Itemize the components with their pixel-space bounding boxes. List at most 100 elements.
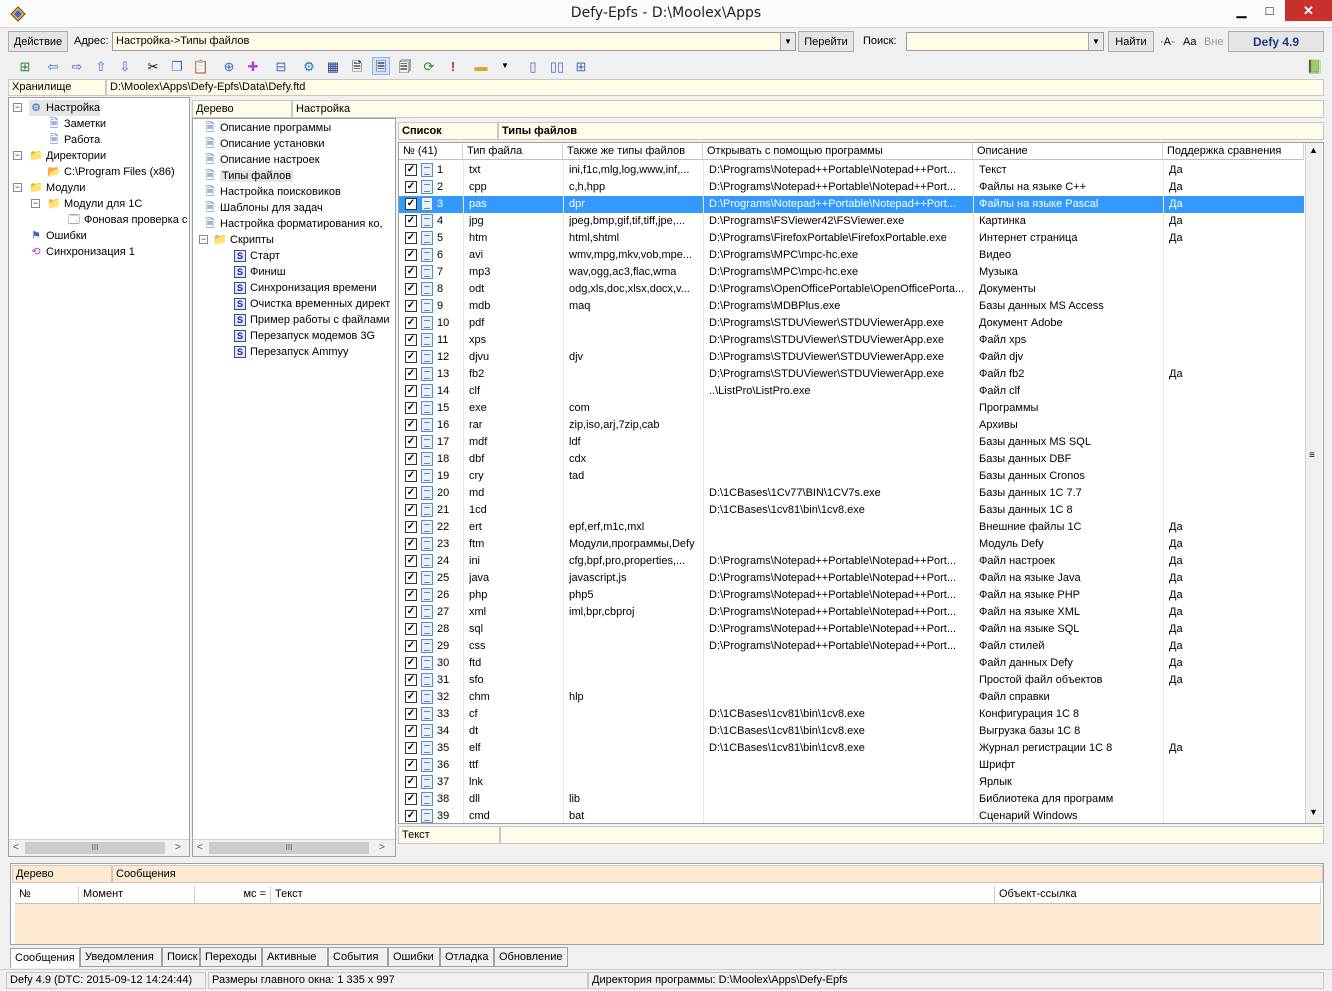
row-checkbox[interactable]: ✓ (405, 436, 417, 448)
version-button[interactable]: Defy 4.9 (1228, 31, 1324, 52)
row-checkbox[interactable]: ✓ (405, 453, 417, 465)
grid-row[interactable]: ✓ 31 sfo Простой файл объектов Да (399, 672, 1304, 689)
row-checkbox[interactable]: ✓ (405, 419, 417, 431)
tab-active[interactable]: Активные (262, 947, 328, 967)
scroll-grip-icon[interactable]: ≡ (1309, 450, 1315, 461)
left-tree-hscroll[interactable]: < III > (9, 839, 189, 856)
middle-tree-item[interactable]: 🗎 Описание установки (203, 136, 325, 152)
search-input[interactable]: ▼ (906, 32, 1104, 51)
grid-row[interactable]: ✓ 3 pas dpr D:\Programs\Notepad++Portable\No… (399, 196, 1304, 213)
highlight-icon[interactable]: ▬ (472, 57, 490, 75)
row-checkbox[interactable]: ✓ (405, 470, 417, 482)
tab-notifications[interactable]: Уведомления (80, 947, 162, 967)
row-checkbox[interactable]: ✓ (405, 572, 417, 584)
middle-tree-item[interactable]: 🗎 Описание программы (203, 120, 332, 136)
grid-row[interactable]: ✓ 22 ert epf,erf,m1c,mxl Внешние файлы 1С Да (399, 519, 1304, 536)
new-item-icon[interactable]: ⊞ (16, 57, 34, 75)
grid-row[interactable]: ✓ 6 avi wmv,mpg,mkv,vob,mpe... D:\Programs\M… (399, 247, 1304, 264)
middle-tree-item[interactable]: S Очистка временных директ (233, 296, 390, 312)
find-button[interactable]: Найти (1108, 31, 1154, 52)
left-tree-item[interactable]: 🗎 Заметки (47, 116, 107, 132)
scroll-right-icon[interactable]: > (379, 842, 385, 853)
middle-tree-item[interactable]: 🗎 Шаблоны для задач (203, 200, 323, 216)
grid-row[interactable]: ✓ 30 ftd Файл данных Defy Да (399, 655, 1304, 672)
close-button[interactable]: ✕ (1285, 0, 1332, 21)
grid-row[interactable]: ✓ 13 fb2 D:\Programs\STDUViewer\STDUViewerA… (399, 366, 1304, 383)
row-checkbox[interactable]: ✓ (405, 351, 417, 363)
row-checkbox[interactable]: ✓ (405, 810, 417, 822)
outside-toggle[interactable]: Вне (1204, 36, 1224, 48)
left-tree-item[interactable]: 📁 Модули (29, 180, 85, 196)
cut-icon[interactable]: ✂ (144, 57, 162, 75)
middle-tree-item[interactable]: 🗎 Описание настроек (203, 152, 320, 168)
row-checkbox[interactable]: ✓ (405, 691, 417, 703)
address-combo[interactable]: Настройка->Типы файлов ▼ (112, 32, 796, 51)
middle-tree-item[interactable]: S Старт (233, 248, 280, 264)
left-tree-item[interactable]: ⚑ Ошибки (29, 228, 87, 244)
grid-col-open-with-header[interactable]: Открывать с помощью программы (703, 143, 973, 160)
row-checkbox[interactable]: ✓ (405, 402, 417, 414)
tab-update[interactable]: Обновление (494, 947, 568, 967)
row-checkbox[interactable]: ✓ (405, 725, 417, 737)
grid-row[interactable]: ✓ 34 dt D:\1CBases\1cv81\bin\1cv8.exe Выгруз… (399, 723, 1304, 740)
row-checkbox[interactable]: ✓ (405, 623, 417, 635)
grid-row[interactable]: ✓ 1 txt ini,f1c,mlg,log,www,inf,... D:\Progr… (399, 162, 1304, 179)
table-icon[interactable]: ▦ (324, 57, 342, 75)
back-icon[interactable]: ⇦ (44, 57, 62, 75)
middle-tree-item[interactable]: S Перезапуск Ammyy (233, 344, 349, 360)
row-checkbox[interactable]: ✓ (405, 266, 417, 278)
grid-row[interactable]: ✓ 4 jpg jpeg,bmp,gif,tif,tiff,jpe,... D:\Pro… (399, 213, 1304, 230)
add-child-icon[interactable]: ✚ (244, 57, 262, 75)
middle-tree-hscroll[interactable]: < III > (193, 839, 395, 856)
grid-col-also-types-header[interactable]: Также же типы файлов (563, 143, 703, 160)
tab-messages[interactable]: Сообщения (10, 948, 80, 968)
row-checkbox[interactable]: ✓ (405, 317, 417, 329)
row-checkbox[interactable]: ✓ (405, 181, 417, 193)
grid-row[interactable]: ✓ 23 ftm Модули,программы,Defy Модуль Defy Да (399, 536, 1304, 553)
row-checkbox[interactable]: ✓ (405, 759, 417, 771)
case-toggle[interactable]: ·A· (1160, 36, 1175, 48)
tab-errors[interactable]: Ошибки (388, 947, 440, 967)
row-checkbox[interactable]: ✓ (405, 215, 417, 227)
text-field[interactable] (500, 826, 1324, 844)
grid-row[interactable]: ✓ 20 md D:\1CBases\1Cv77\BIN\1CV7s.exe Базы … (399, 485, 1304, 502)
action-button[interactable]: Действие (8, 31, 68, 52)
tree-expander-icon[interactable]: − (13, 183, 22, 192)
grid-row[interactable]: ✓ 27 xml iml,bpr,cbproj D:\Programs\Notepad+… (399, 604, 1304, 621)
row-checkbox[interactable]: ✓ (405, 793, 417, 805)
grid-row[interactable]: ✓ 36 ttf Шрифт (399, 757, 1304, 774)
list-view-icon[interactable]: 🗏 (372, 57, 390, 75)
messages-col-ref[interactable]: Объект-ссылка (995, 886, 1321, 904)
left-tree-item[interactable]: 📁 Модули для 1С (47, 196, 142, 212)
scroll-thumb[interactable]: III (209, 842, 369, 854)
grid-row[interactable]: ✓ 2 cpp c,h,hpp D:\Programs\Notepad++Portabl… (399, 179, 1304, 196)
middle-tree-item[interactable]: 🗎 Настройка форматирования ко, (203, 216, 383, 232)
row-checkbox[interactable]: ✓ (405, 334, 417, 346)
grid-row[interactable]: ✓ 38 dll lib Библиотека для программ (399, 791, 1304, 808)
row-checkbox[interactable]: ✓ (405, 708, 417, 720)
tree-expander-icon[interactable]: − (13, 103, 22, 112)
tab-transitions[interactable]: Переходы (200, 947, 262, 967)
down-icon[interactable]: ⇩ (116, 57, 134, 75)
grid-row[interactable]: ✓ 33 cf D:\1CBases\1cv81\bin\1cv8.exe Конфиг… (399, 706, 1304, 723)
middle-tree-item[interactable]: S Синхронизация времени (233, 280, 377, 296)
copy-icon[interactable]: ❐ (168, 57, 186, 75)
alert-icon[interactable]: ! (444, 57, 462, 75)
highlight-dropdown-icon[interactable]: ▼ (496, 57, 514, 75)
scroll-right-icon[interactable]: > (175, 842, 181, 853)
minimize-button[interactable]: ▁ (1228, 0, 1255, 21)
tab-events[interactable]: События (328, 947, 388, 967)
up-icon[interactable]: ⇧ (92, 57, 110, 75)
row-checkbox[interactable]: ✓ (405, 657, 417, 669)
scroll-thumb[interactable]: III (25, 842, 165, 854)
scroll-down-icon[interactable]: ▼ (1309, 807, 1318, 817)
paste-icon[interactable]: 📋 (192, 57, 210, 75)
grid-row[interactable]: ✓ 8 odt odg,xls,doc,xlsx,docx,v... D:\Progra… (399, 281, 1304, 298)
left-tree-item[interactable]: 🗎 Работа (47, 132, 101, 148)
grid-vscroll[interactable]: ▲ ≡ ▼ (1305, 143, 1322, 823)
middle-tree-item[interactable]: S Перезапуск модемов 3G (233, 328, 375, 344)
row-checkbox[interactable]: ✓ (405, 164, 417, 176)
grid-row[interactable]: ✓ 10 pdf D:\Programs\STDUViewer\STDUViewerA… (399, 315, 1304, 332)
scroll-left-icon[interactable]: < (197, 842, 203, 853)
grid-row[interactable]: ✓ 39 cmd bat Сценарий Windows (399, 808, 1304, 823)
